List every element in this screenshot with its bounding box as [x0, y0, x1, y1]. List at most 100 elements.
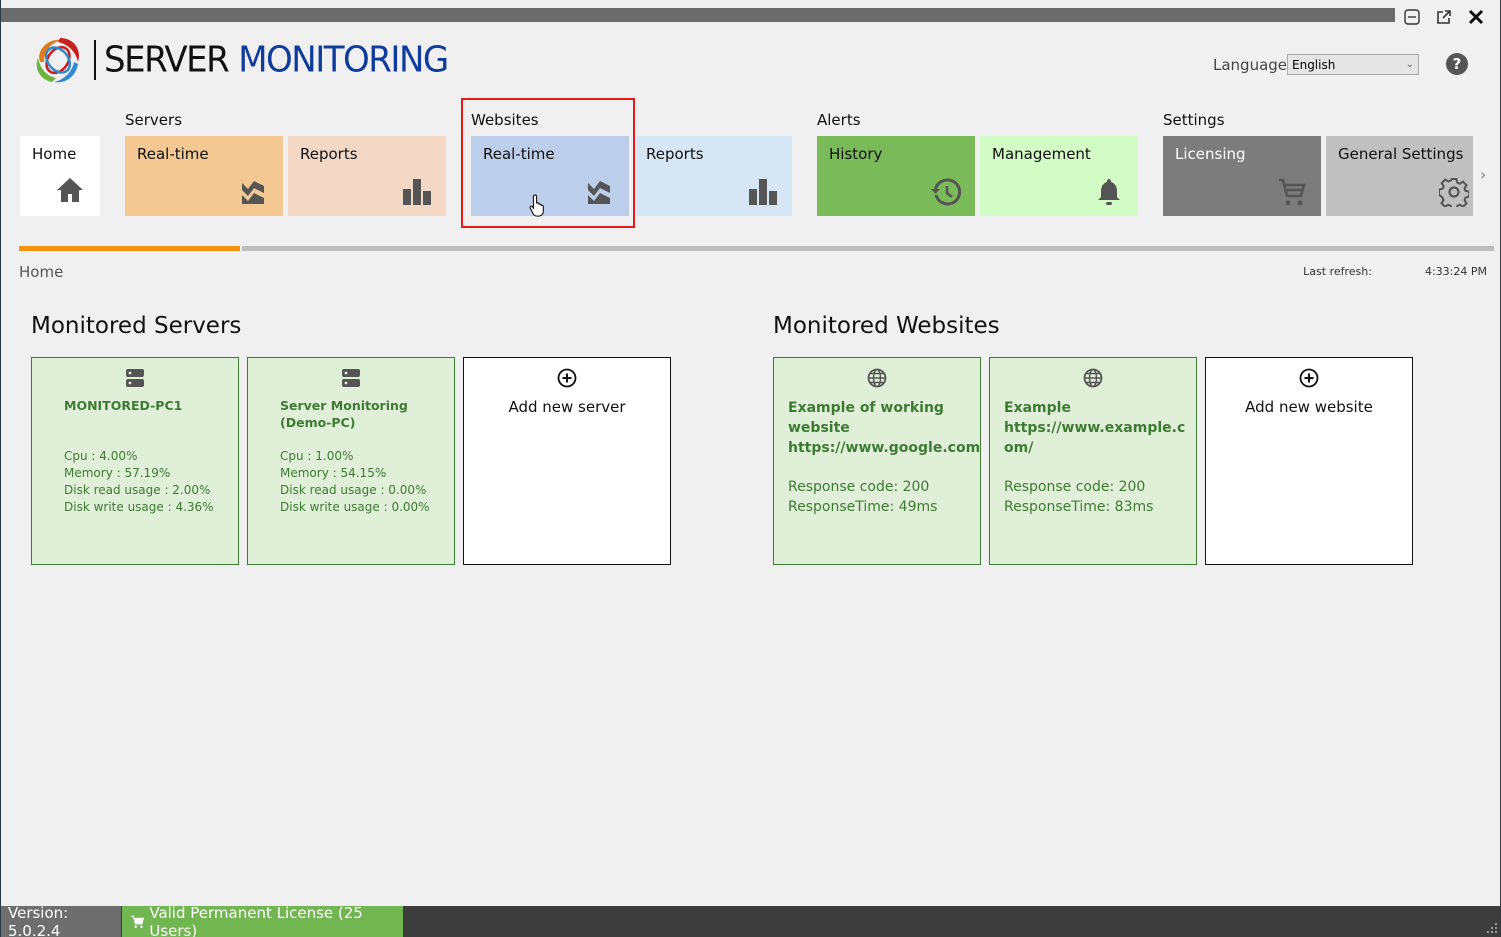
- server-disk-read: Disk read usage : 0.00%: [280, 483, 427, 497]
- history-icon: [931, 178, 961, 206]
- help-button[interactable]: ?: [1446, 53, 1468, 75]
- realtime-chart-icon: [588, 181, 610, 204]
- nav-scroll-right-button[interactable]: ›: [1480, 165, 1486, 184]
- add-server-button[interactable]: Add new server: [463, 357, 671, 565]
- language-select[interactable]: English ⌄: [1287, 54, 1419, 75]
- license-status[interactable]: Valid Permanent License (25 Users): [122, 903, 403, 937]
- tile-alerts-management[interactable]: Management: [980, 136, 1138, 216]
- tile-websites-realtime-label: Real-time: [483, 145, 555, 163]
- gear-icon: [1439, 178, 1469, 207]
- cart-icon: [131, 915, 145, 928]
- plus-circle-icon: [557, 368, 577, 388]
- tile-alerts-history-label: History: [829, 145, 883, 163]
- website-card[interactable]: Example https://www.example.com/ Respons…: [989, 357, 1197, 565]
- realtime-chart-icon: [242, 181, 264, 204]
- refresh-progress-fill: [19, 246, 240, 251]
- resize-grip-icon[interactable]: [1486, 922, 1498, 934]
- plus-circle-icon: [1299, 368, 1319, 388]
- website-response-time: ResponseTime: 49ms: [788, 499, 938, 515]
- website-response-code: Response code: 200: [788, 479, 930, 495]
- server-stats: Cpu : 4.00% Memory : 57.19% Disk read us…: [64, 448, 214, 516]
- minimize-icon: [1404, 9, 1420, 25]
- last-refresh-time: 4:33:24 PM: [1424, 265, 1487, 278]
- tile-servers-realtime-label: Real-time: [137, 145, 209, 163]
- add-website-label: Add new website: [1245, 398, 1373, 416]
- language-label: Language: [1213, 56, 1288, 74]
- app-title-part1: SERVER: [104, 39, 230, 81]
- server-card[interactable]: MONITORED-PC1 Cpu : 4.00% Memory : 57.19…: [31, 357, 239, 565]
- websites-section-title: Monitored Websites: [773, 313, 1000, 339]
- server-card[interactable]: Server Monitoring (Demo-PC) Cpu : 1.00% …: [247, 357, 455, 565]
- cart-icon: [1279, 178, 1306, 206]
- last-refresh-label: Last refresh:: [1303, 265, 1372, 278]
- bell-icon: [1098, 179, 1120, 205]
- group-label-websites: Websites: [471, 111, 539, 129]
- add-server-label: Add new server: [508, 398, 626, 416]
- tile-servers-realtime[interactable]: Real-time: [125, 136, 283, 216]
- website-url: https://www.google.com: [788, 440, 981, 456]
- website-name: Example of working website: [788, 400, 944, 436]
- close-button[interactable]: [1465, 6, 1487, 28]
- website-response-code: Response code: 200: [1004, 479, 1146, 495]
- group-label-servers: Servers: [125, 111, 183, 129]
- chevron-down-icon: ⌄: [1405, 59, 1414, 70]
- app-title: SERVER MONITORING: [104, 39, 449, 81]
- server-name: Server Monitoring (Demo-PC): [280, 398, 408, 430]
- server-disk-write: Disk write usage : 4.36%: [64, 500, 214, 514]
- license-label: Valid Permanent License (25 Users): [149, 903, 363, 937]
- website-card[interactable]: Example of working website https://www.g…: [773, 357, 981, 565]
- breadcrumb: Home: [19, 263, 64, 281]
- servers-section-title: Monitored Servers: [31, 313, 242, 339]
- tile-websites-reports[interactable]: Reports: [634, 136, 792, 216]
- add-website-button[interactable]: Add new website: [1205, 357, 1413, 565]
- server-disk-read: Disk read usage : 2.00%: [64, 483, 211, 497]
- last-refresh: Last refresh: 4:33:24 PM: [1303, 265, 1487, 278]
- language-select-value: English: [1292, 57, 1336, 72]
- group-label-settings: Settings: [1163, 111, 1225, 129]
- tile-settings-licensing[interactable]: Licensing: [1163, 136, 1321, 216]
- window-border-left: [0, 0, 1, 937]
- home-icon: [57, 178, 83, 202]
- website-response-time: ResponseTime: 83ms: [1004, 499, 1154, 515]
- bar-chart-icon: [403, 179, 431, 205]
- tile-servers-reports[interactable]: Reports: [288, 136, 446, 216]
- refresh-progress-divider: [240, 246, 242, 251]
- tile-alerts-history[interactable]: History: [817, 136, 975, 216]
- title-bar[interactable]: [1, 8, 1395, 22]
- bar-chart-icon: [749, 179, 777, 205]
- minimize-button[interactable]: [1401, 6, 1423, 28]
- logo-globe-icon: [36, 38, 80, 83]
- website-stats: Response code: 200 ResponseTime: 83ms: [1004, 477, 1153, 517]
- server-cpu: Cpu : 4.00%: [64, 449, 138, 463]
- popout-button[interactable]: [1433, 6, 1455, 28]
- logo-separator: [94, 40, 96, 80]
- website-url: https://www.example.com/: [1004, 420, 1186, 456]
- hand-cursor-icon: [529, 194, 544, 217]
- tile-settings-licensing-label: Licensing: [1175, 145, 1246, 163]
- website-title: Example https://www.example.com/: [1004, 398, 1190, 458]
- server-icon: [126, 369, 144, 387]
- help-icon: ?: [1452, 55, 1462, 73]
- close-icon: [1468, 9, 1484, 25]
- tile-home[interactable]: Home: [20, 136, 100, 216]
- version-label: Version: 5.0.2.4: [1, 904, 121, 937]
- server-memory: Memory : 57.19%: [64, 466, 171, 480]
- server-disk-write: Disk write usage : 0.00%: [280, 500, 430, 514]
- tile-websites-realtime[interactable]: Real-time: [471, 136, 629, 216]
- server-cpu: Cpu : 1.00%: [280, 449, 354, 463]
- website-stats: Response code: 200 ResponseTime: 49ms: [788, 477, 937, 517]
- app-title-part2: MONITORING: [238, 39, 449, 81]
- globe-icon: [867, 368, 887, 388]
- tile-alerts-management-label: Management: [992, 145, 1091, 163]
- globe-icon: [1083, 368, 1103, 388]
- server-memory: Memory : 54.15%: [280, 466, 387, 480]
- group-label-alerts: Alerts: [817, 111, 861, 129]
- tile-settings-general-label: General Settings: [1338, 145, 1464, 163]
- server-icon: [342, 369, 360, 387]
- website-title: Example of working website https://www.g…: [788, 398, 981, 458]
- server-name: MONITORED-PC1: [64, 398, 183, 413]
- refresh-progress-bar: [19, 246, 1494, 251]
- popout-icon: [1437, 10, 1451, 24]
- tile-settings-general[interactable]: General Settings: [1326, 136, 1473, 216]
- website-name: Example: [1004, 400, 1071, 416]
